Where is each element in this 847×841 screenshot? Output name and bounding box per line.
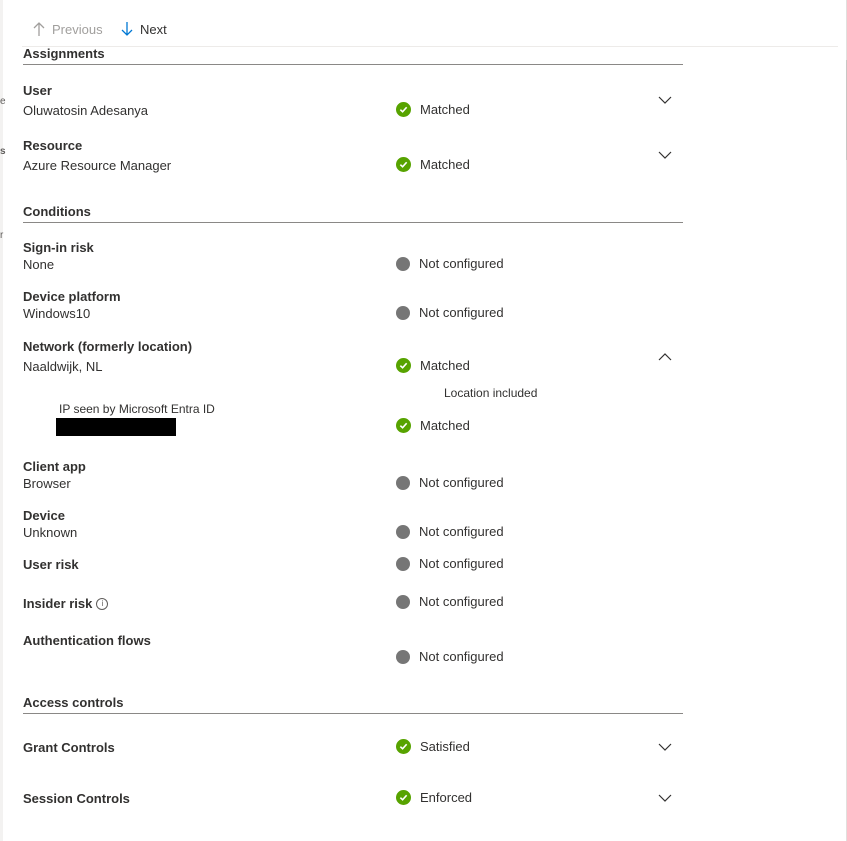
status-text: Matched <box>420 157 470 172</box>
client-app-status: Not configured <box>396 475 504 490</box>
network-label: Network (formerly location) <box>23 339 193 354</box>
chevron-down-icon <box>658 151 672 159</box>
status-text: Matched <box>420 358 470 373</box>
sign-in-risk-status: Not configured <box>396 256 504 271</box>
next-label: Next <box>140 21 167 37</box>
sign-in-risk-value: None <box>23 257 55 272</box>
session-controls-label: Session Controls <box>23 791 130 806</box>
resource-label: Resource <box>23 138 83 153</box>
gray-circle-icon <box>396 594 410 609</box>
left-panel-glyph: e <box>0 96 6 107</box>
chevron-down-icon <box>658 743 672 751</box>
info-icon[interactable]: i <box>96 597 109 610</box>
user-risk-status: Not configured <box>396 556 504 571</box>
previous-label: Previous <box>52 21 103 37</box>
section-divider <box>23 713 683 714</box>
check-circle-icon <box>396 418 411 433</box>
device-value: Unknown <box>23 525 78 540</box>
chevron-up-icon <box>658 352 672 360</box>
device-platform-label: Device platform <box>23 289 121 304</box>
status-text: Satisfied <box>420 739 470 754</box>
resource-value: Azure Resource Manager <box>23 158 172 173</box>
gray-circle-icon <box>396 524 410 539</box>
gray-circle-icon <box>396 475 410 490</box>
gray-circle-icon <box>396 256 410 271</box>
section-title-access-controls: Access controls <box>23 695 124 710</box>
sign-in-risk-label: Sign-in risk <box>23 240 94 255</box>
chevron-down-icon <box>658 96 672 104</box>
ip-label: IP seen by Microsoft Entra ID <box>59 402 215 416</box>
insider-risk-row: Insider risk i <box>23 596 109 611</box>
device-platform-status: Not configured <box>396 305 504 320</box>
gray-circle-icon <box>396 649 410 664</box>
chevron-down-icon <box>658 794 672 802</box>
status-text: Matched <box>420 102 470 117</box>
network-value: Naaldwijk, NL <box>23 359 103 374</box>
session-controls-expand-button[interactable] <box>656 791 674 805</box>
network-collapse-button[interactable] <box>656 349 674 363</box>
status-text: Not configured <box>419 256 504 271</box>
section-divider <box>23 222 683 223</box>
left-panel-glyph: s <box>0 146 6 157</box>
insider-risk-status: Not configured <box>396 594 504 609</box>
check-circle-icon <box>396 157 411 172</box>
network-detail: Location included <box>444 386 538 400</box>
check-circle-icon <box>396 739 411 754</box>
grant-controls-status: Satisfied <box>396 739 470 754</box>
next-button[interactable]: Next <box>120 18 167 40</box>
nav-divider <box>22 46 838 47</box>
check-circle-icon <box>396 358 411 373</box>
status-text: Not configured <box>419 524 504 539</box>
redacted-ip <box>56 418 176 436</box>
grant-controls-expand-button[interactable] <box>656 740 674 754</box>
status-text: Not configured <box>419 556 504 571</box>
resource-expand-button[interactable] <box>656 148 674 162</box>
ip-status: Matched <box>396 418 470 433</box>
insider-risk-label: Insider risk <box>23 596 93 611</box>
device-label: Device <box>23 508 65 523</box>
user-label: User <box>23 83 52 98</box>
status-text: Not configured <box>419 594 504 609</box>
user-risk-label: User risk <box>23 557 79 572</box>
user-expand-button[interactable] <box>656 93 674 107</box>
status-text: Enforced <box>420 790 473 805</box>
client-app-label: Client app <box>23 459 86 474</box>
user-value: Oluwatosin Adesanya <box>23 103 149 118</box>
section-divider <box>23 64 683 65</box>
status-text: Not configured <box>419 475 504 490</box>
device-status: Not configured <box>396 524 504 539</box>
resource-status: Matched <box>396 157 470 172</box>
client-app-value: Browser <box>23 476 71 491</box>
left-panel-edge <box>0 0 3 841</box>
previous-button[interactable]: Previous <box>32 18 103 40</box>
status-text: Not configured <box>419 305 504 320</box>
check-circle-icon <box>396 102 411 117</box>
auth-flows-status: Not configured <box>396 649 504 664</box>
section-title-assignments: Assignments <box>23 46 105 61</box>
check-circle-icon <box>396 790 411 805</box>
status-text: Not configured <box>419 649 504 664</box>
user-status: Matched <box>396 102 470 117</box>
status-text: Matched <box>420 418 470 433</box>
device-platform-value: Windows10 <box>23 306 91 321</box>
grant-controls-label: Grant Controls <box>23 740 115 755</box>
left-panel-glyph: r <box>0 230 4 241</box>
arrow-down-icon <box>121 22 133 36</box>
gray-circle-icon <box>396 305 410 320</box>
auth-flows-label: Authentication flows <box>23 633 151 648</box>
arrow-up-icon <box>33 22 45 36</box>
section-title-conditions: Conditions <box>23 204 91 219</box>
session-controls-status: Enforced <box>396 790 472 805</box>
network-status: Matched <box>396 358 470 373</box>
gray-circle-icon <box>396 556 410 571</box>
